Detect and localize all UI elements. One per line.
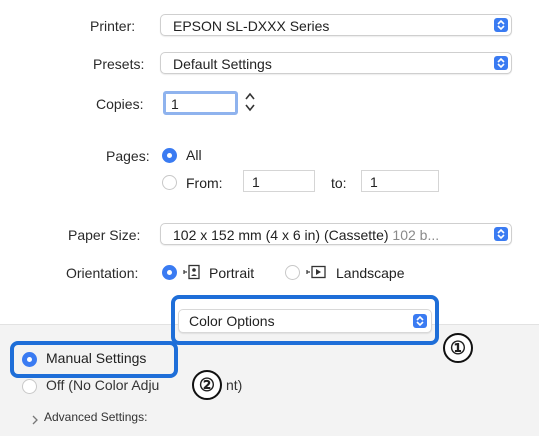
updown-chevron-icon <box>494 227 508 241</box>
paper-size-popup[interactable]: 102 x 152 mm (4 x 6 in) (Cassette) 102 b… <box>160 223 512 245</box>
pages-from-label: From: <box>186 175 223 191</box>
section-popup[interactable]: Color Options <box>178 309 432 333</box>
updown-chevron-icon <box>494 18 508 32</box>
printer-value: EPSON SL-DXXX Series <box>173 18 330 34</box>
pages-from-radio[interactable] <box>162 175 177 190</box>
presets-popup[interactable]: Default Settings <box>160 52 512 74</box>
section-popup-value: Color Options <box>189 313 275 329</box>
updown-chevron-icon <box>494 56 508 70</box>
printer-popup[interactable]: EPSON SL-DXXX Series <box>160 14 512 36</box>
portrait-orientation-icon <box>182 264 202 280</box>
updown-chevron-icon <box>413 314 427 328</box>
paper-size-value: 102 x 152 mm (4 x 6 in) (Cassette) <box>173 227 389 243</box>
pages-all-label: All <box>186 147 202 163</box>
manual-settings-radio[interactable] <box>22 352 37 367</box>
pages-to-value: 1 <box>370 174 378 190</box>
chevron-right-icon[interactable] <box>31 412 39 425</box>
callout-1: ① <box>443 333 473 363</box>
paper-size-label: Paper Size: <box>68 227 141 243</box>
portrait-radio[interactable] <box>162 265 177 280</box>
off-label-left: Off (No Color Adju <box>46 377 160 393</box>
orientation-label: Orientation: <box>66 265 139 281</box>
pages-from-value: 1 <box>252 174 260 190</box>
copies-field[interactable]: 1 <box>163 91 238 115</box>
landscape-radio[interactable] <box>285 265 300 280</box>
manual-settings-label: Manual Settings <box>46 350 147 366</box>
presets-value: Default Settings <box>173 56 272 72</box>
presets-label: Presets: <box>93 56 145 72</box>
portrait-label: Portrait <box>209 265 255 281</box>
copies-value: 1 <box>171 96 179 112</box>
pages-from-field[interactable]: 1 <box>243 170 315 192</box>
landscape-orientation-icon <box>305 264 329 280</box>
pages-to-field[interactable]: 1 <box>361 170 439 192</box>
paper-size-value-text: 102 x 152 mm (4 x 6 in) (Cassette) 102 b… <box>173 227 439 243</box>
pages-label: Pages: <box>106 148 150 164</box>
callout-2: ② <box>192 370 222 400</box>
pages-all-radio[interactable] <box>162 148 177 163</box>
advanced-settings-label[interactable]: Advanced Settings: <box>44 410 147 424</box>
copies-label: Copies: <box>96 96 144 112</box>
landscape-label: Landscape <box>336 265 405 281</box>
off-label-right: nt) <box>226 377 243 393</box>
stepper-icon[interactable] <box>243 91 257 113</box>
paper-size-value-truncated: 102 b... <box>392 227 440 243</box>
off-radio[interactable] <box>22 379 37 394</box>
pages-to-label: to: <box>331 175 347 191</box>
printer-label: Printer: <box>90 18 136 34</box>
